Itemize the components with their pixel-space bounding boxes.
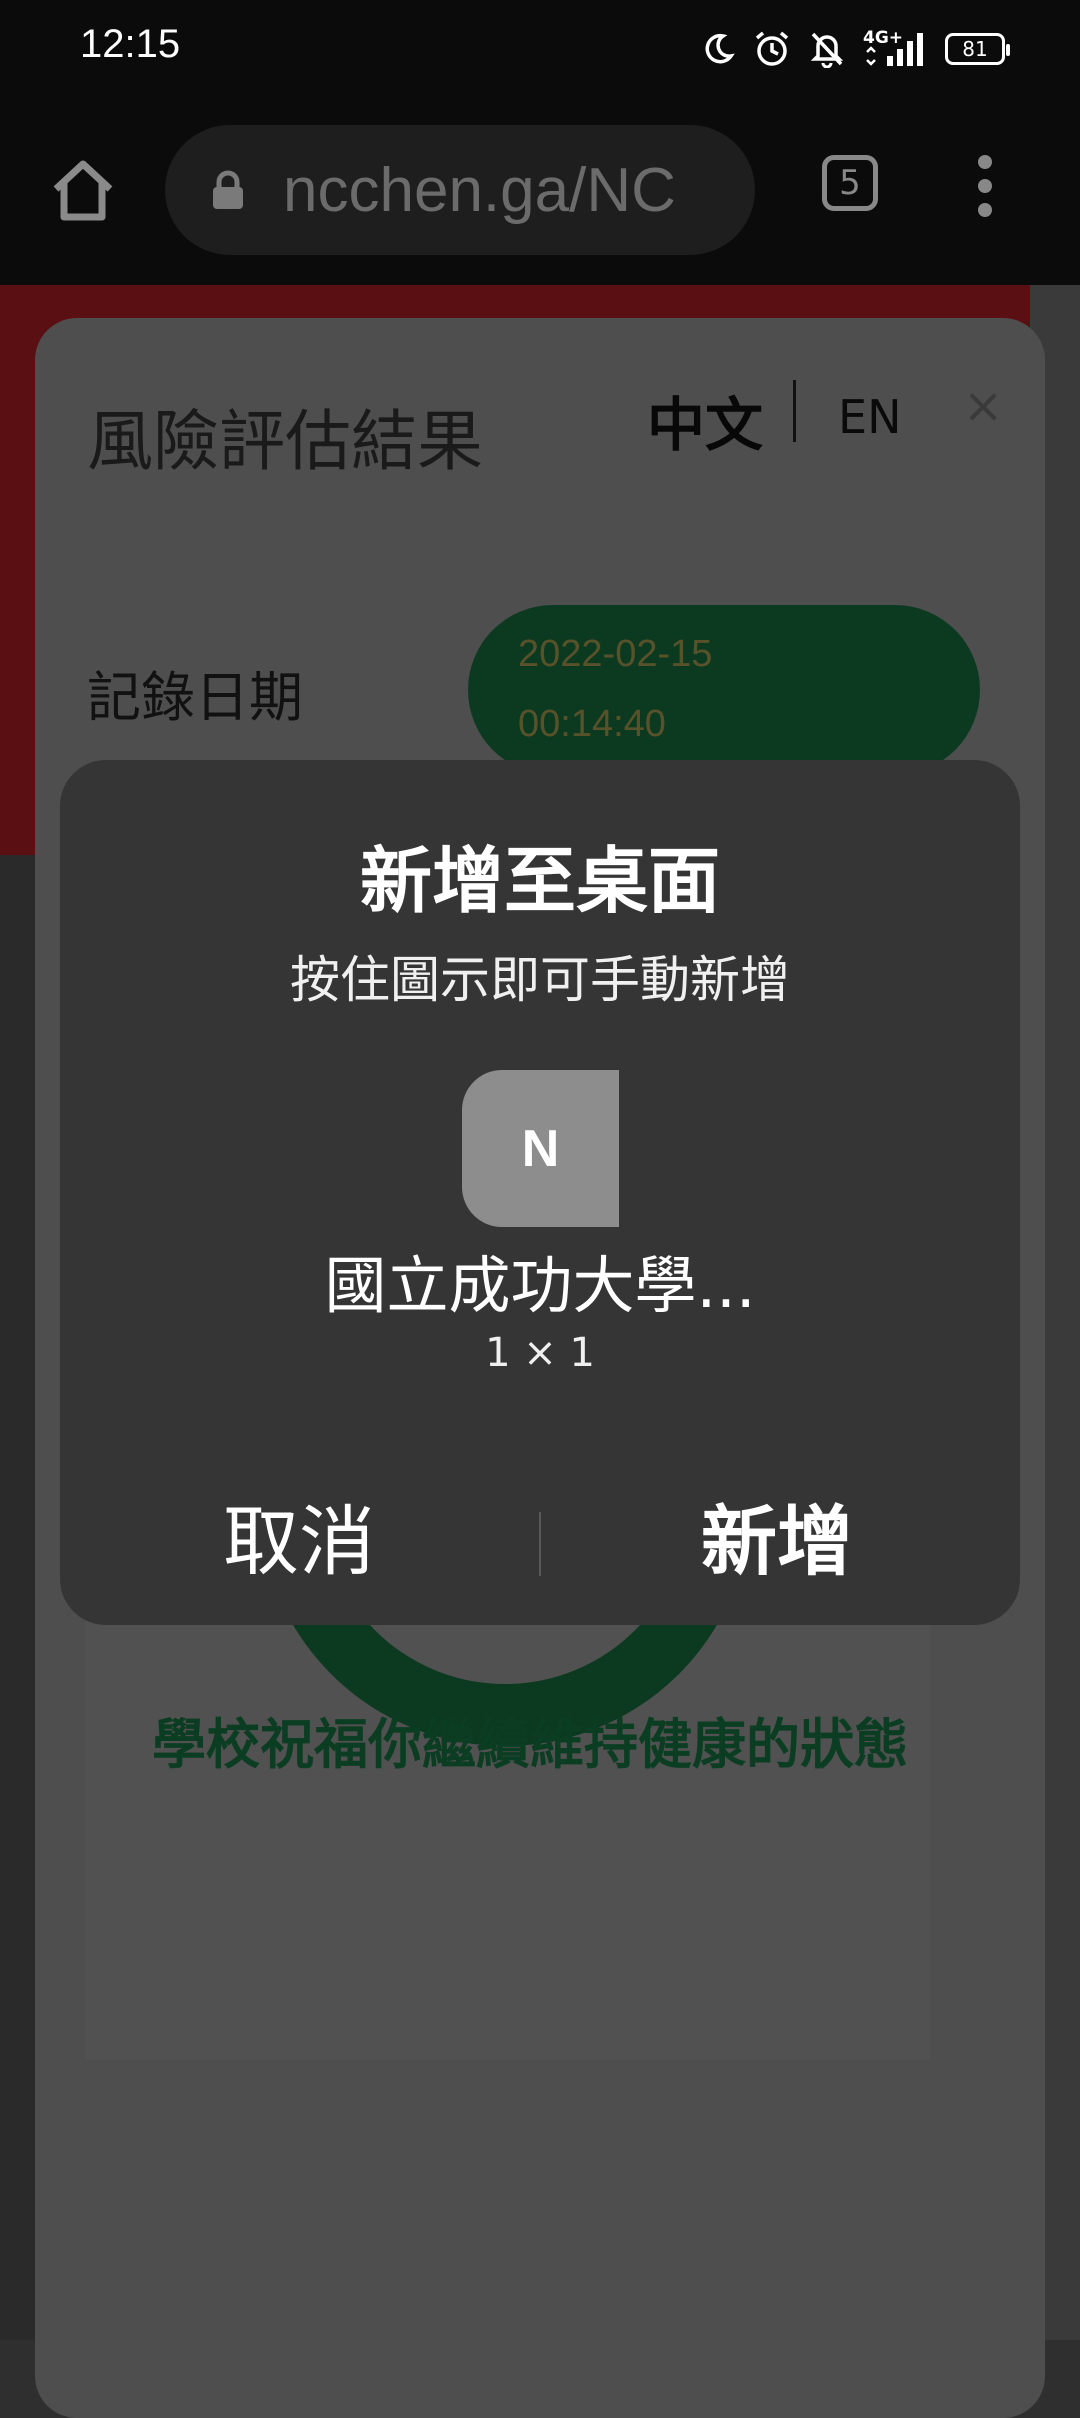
battery-icon: 81: [945, 33, 1010, 65]
signal-icon: 4G+: [863, 28, 927, 68]
status-icons: 4G+ 81: [701, 24, 1010, 74]
date-label: 記錄日期: [87, 666, 303, 729]
status-bar: 12:15 4G+ 81: [0, 0, 1080, 95]
home-icon[interactable]: [48, 155, 118, 225]
bell-off-icon: [810, 32, 844, 68]
button-divider: [539, 1512, 541, 1576]
cancel-button[interactable]: 取消: [223, 1480, 375, 1590]
tab-switcher-button[interactable]: 5: [822, 155, 878, 211]
lock-icon: [213, 170, 243, 209]
lang-en-toggle[interactable]: EN: [838, 390, 901, 444]
add-to-home-dialog: 新增至桌面 按住圖示即可手動新增 N 國立成功大學... 1 × 1 取消 新增: [60, 760, 1020, 1625]
page-left-edge: [0, 855, 35, 2340]
browser-toolbar: ncchen.ga/NC 5: [0, 95, 1080, 285]
close-icon[interactable]: ×: [963, 378, 1003, 434]
moon-icon: [705, 33, 735, 64]
app-size: 1 × 1: [485, 1330, 595, 1376]
health-message: 學校祝福你繼續維持健康的狀態: [152, 1713, 908, 1776]
date-badge: 2022-02-15 00:14:40: [468, 605, 980, 775]
dialog-subtitle: 按住圖示即可手動新增: [290, 951, 790, 1009]
card-title: 風險評估結果: [87, 403, 483, 480]
lang-divider: [793, 380, 796, 442]
status-time: 12:15: [80, 22, 181, 66]
lang-zh-toggle[interactable]: 中文: [647, 378, 763, 462]
more-menu-icon[interactable]: [975, 155, 995, 225]
time-value: 00:14:40: [518, 703, 666, 745]
date-value: 2022-02-15: [518, 633, 713, 675]
url-bar[interactable]: ncchen.ga/NC: [165, 125, 755, 255]
dialog-title: 新增至桌面: [359, 839, 720, 923]
app-name: 國立成功大學...: [324, 1249, 756, 1322]
alarm-icon: [755, 31, 789, 66]
url-text[interactable]: ncchen.ga/NC: [283, 155, 676, 226]
app-shortcut-icon[interactable]: N: [462, 1070, 619, 1227]
app-icon-letter: N: [521, 1119, 560, 1178]
add-button[interactable]: 新增: [701, 1480, 853, 1590]
